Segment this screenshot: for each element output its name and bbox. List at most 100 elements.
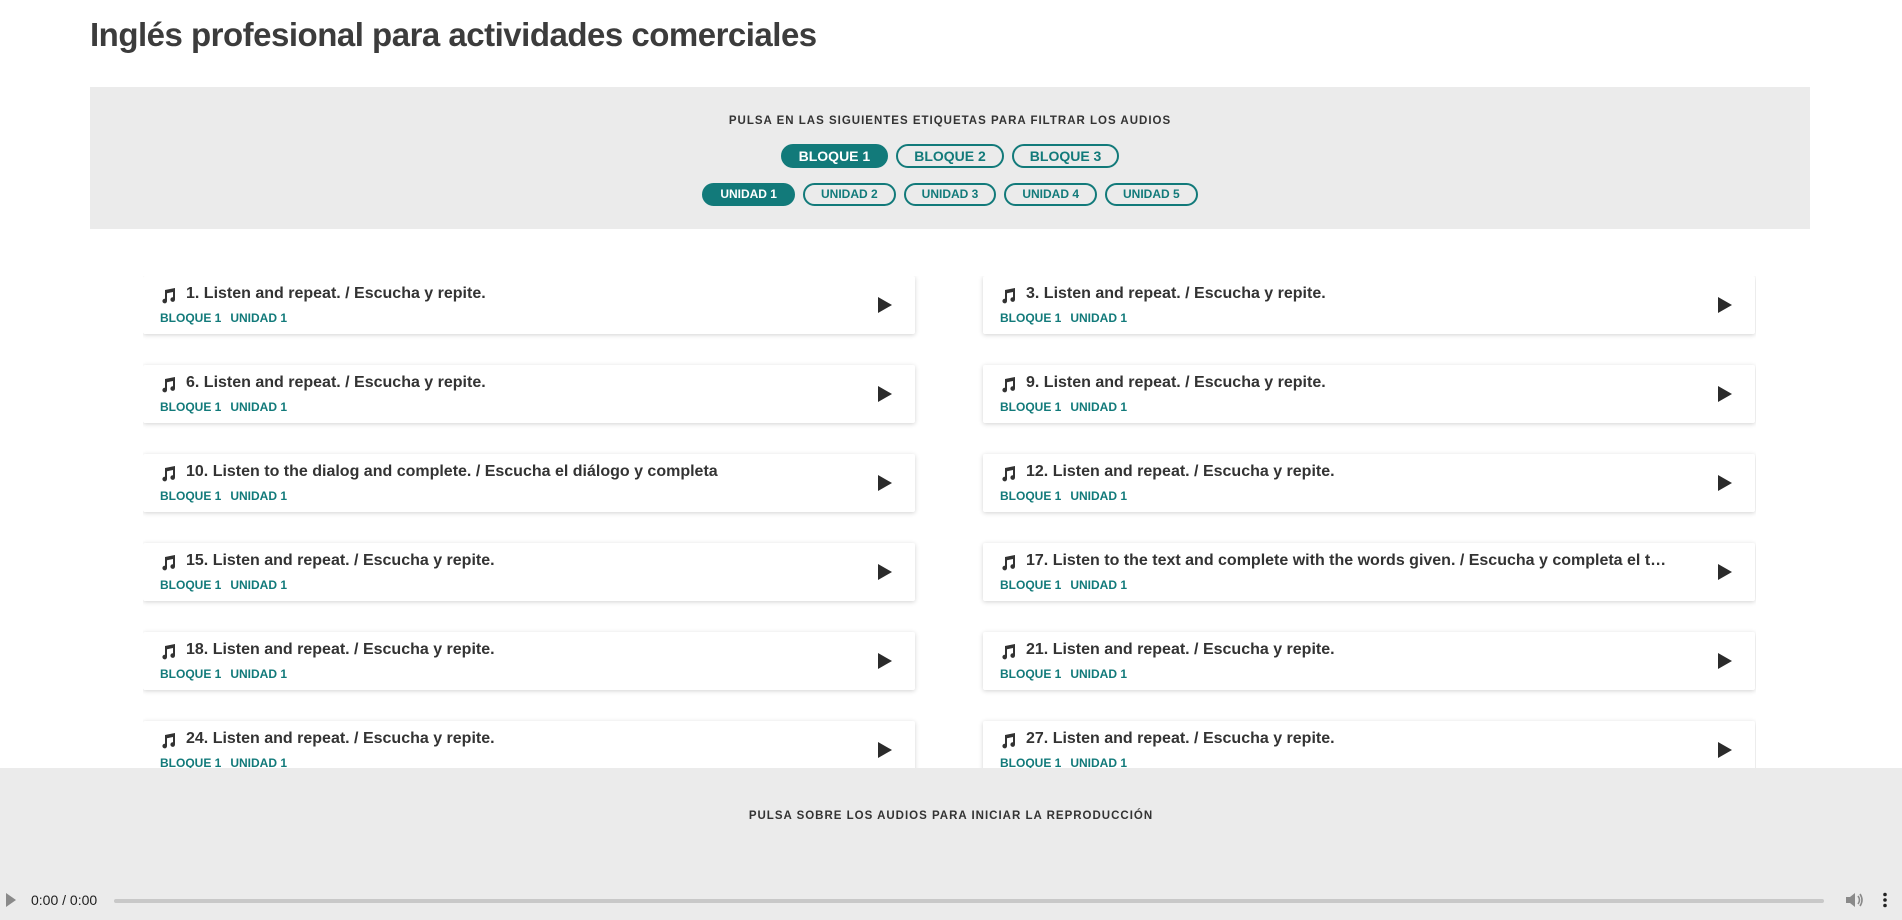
- more-options-icon[interactable]: [1882, 892, 1888, 908]
- play-icon[interactable]: [1718, 297, 1732, 313]
- music-note-icon: [160, 733, 176, 749]
- audio-title: 17. Listen to the text and complete with…: [1026, 552, 1667, 569]
- audio-unidad-tag: UNIDAD 1: [1070, 756, 1128, 768]
- audio-title: 15. Listen and repeat. / Escucha y repit…: [186, 552, 495, 569]
- audio-unidad-tag: UNIDAD 1: [230, 400, 288, 414]
- audio-bloque-tag: BLOQUE 1: [1000, 667, 1062, 681]
- unidad-filter-3[interactable]: UNIDAD 3: [903, 183, 997, 206]
- audio-bloque-tag: BLOQUE 1: [160, 489, 222, 503]
- play-icon[interactable]: [878, 742, 892, 758]
- music-note-icon: [1000, 377, 1016, 393]
- audio-unidad-tag: UNIDAD 1: [230, 311, 288, 325]
- audio-tags: BLOQUE 1 UNIDAD 1: [1000, 400, 1127, 414]
- audio-tags: BLOQUE 1 UNIDAD 1: [160, 667, 287, 681]
- audio-tags: BLOQUE 1 UNIDAD 1: [1000, 489, 1127, 503]
- audio-tags: BLOQUE 1 UNIDAD 1: [1000, 667, 1127, 681]
- music-note-icon: [160, 644, 176, 660]
- audio-unidad-tag: UNIDAD 1: [1070, 311, 1128, 325]
- audio-unidad-tag: UNIDAD 1: [230, 489, 288, 503]
- play-icon[interactable]: [878, 564, 892, 580]
- play-icon[interactable]: [878, 386, 892, 402]
- audio-tags: BLOQUE 1 UNIDAD 1: [1000, 756, 1127, 768]
- bloque-filter-3[interactable]: BLOQUE 3: [1011, 144, 1120, 168]
- audio-bloque-tag: BLOQUE 1: [160, 400, 222, 414]
- audio-card[interactable]: 10. Listen to the dialog and complete. /…: [143, 454, 915, 512]
- unidad-filter-2[interactable]: UNIDAD 2: [802, 183, 896, 206]
- audio-seek-bar[interactable]: [114, 899, 1824, 903]
- audio-unidad-tag: UNIDAD 1: [230, 756, 288, 768]
- audio-title: 1. Listen and repeat. / Escucha y repite…: [186, 285, 486, 302]
- filter-caption: PULSA EN LAS SIGUIENTES ETIQUETAS PARA F…: [728, 115, 1172, 127]
- unidad-filter-row: UNIDAD 1 UNIDAD 2 UNIDAD 3 UNIDAD 4 UNIDAD 5: [90, 183, 1810, 206]
- play-icon[interactable]: [1718, 564, 1732, 580]
- audio-bloque-tag: BLOQUE 1: [1000, 311, 1062, 325]
- audio-tags: BLOQUE 1 UNIDAD 1: [160, 311, 287, 325]
- audio-card[interactable]: 6. Listen and repeat. / Escucha y repite…: [143, 365, 915, 423]
- audio-unidad-tag: UNIDAD 1: [1070, 400, 1128, 414]
- audio-card[interactable]: 15. Listen and repeat. / Escucha y repit…: [143, 543, 915, 601]
- audio-title: 10. Listen to the dialog and complete. /…: [186, 463, 718, 480]
- play-icon[interactable]: [878, 653, 892, 669]
- unidad-filter-4[interactable]: UNIDAD 4: [1004, 183, 1097, 206]
- audio-list: 1. Listen and repeat. / Escucha y repite…: [143, 276, 1756, 768]
- audio-time: 0:00 / 0:00: [31, 892, 98, 908]
- audio-tags: BLOQUE 1 UNIDAD 1: [1000, 311, 1127, 325]
- page-title: Inglés profesional para actividades come…: [90, 16, 817, 53]
- audio-unidad-tag: UNIDAD 1: [230, 578, 288, 592]
- music-note-icon: [160, 466, 176, 482]
- play-icon[interactable]: [878, 297, 892, 313]
- audio-tags: BLOQUE 1 UNIDAD 1: [160, 400, 287, 414]
- play-icon[interactable]: [1718, 475, 1732, 491]
- play-icon[interactable]: [1718, 742, 1732, 758]
- player-panel: PULSA SOBRE LOS AUDIOS PARA INICIAR LA R…: [0, 768, 1902, 920]
- bloque-filter-1[interactable]: BLOQUE 1: [780, 144, 889, 168]
- audio-card[interactable]: 1. Listen and repeat. / Escucha y repite…: [143, 276, 915, 334]
- audio-unidad-tag: UNIDAD 1: [1070, 667, 1128, 681]
- music-note-icon: [160, 377, 176, 393]
- audio-card[interactable]: 3. Listen and repeat. / Escucha y repite…: [983, 276, 1755, 334]
- audio-tags: BLOQUE 1 UNIDAD 1: [1000, 578, 1127, 592]
- play-icon[interactable]: [1718, 653, 1732, 669]
- audio-card[interactable]: 12. Listen and repeat. / Escucha y repit…: [983, 454, 1755, 512]
- music-note-icon: [160, 555, 176, 571]
- audio-title: 9. Listen and repeat. / Escucha y repite…: [1026, 374, 1326, 391]
- audio-title: 24. Listen and repeat. / Escucha y repit…: [186, 730, 495, 747]
- music-note-icon: [1000, 644, 1016, 660]
- play-icon[interactable]: [878, 475, 892, 491]
- audio-bloque-tag: BLOQUE 1: [1000, 756, 1062, 768]
- audio-bloque-tag: BLOQUE 1: [160, 756, 222, 768]
- audio-card[interactable]: 17. Listen to the text and complete with…: [983, 543, 1755, 601]
- audio-card[interactable]: 18. Listen and repeat. / Escucha y repit…: [143, 632, 915, 690]
- audio-tags: BLOQUE 1 UNIDAD 1: [160, 578, 287, 592]
- audio-title: 18. Listen and repeat. / Escucha y repit…: [186, 641, 495, 658]
- audio-player: 0:00 / 0:00: [0, 884, 1902, 916]
- audio-bloque-tag: BLOQUE 1: [1000, 400, 1062, 414]
- unidad-filter-5[interactable]: UNIDAD 5: [1105, 183, 1198, 206]
- audio-bloque-tag: BLOQUE 1: [160, 311, 222, 325]
- play-icon[interactable]: [1718, 386, 1732, 402]
- audio-card[interactable]: 24. Listen and repeat. / Escucha y repit…: [143, 721, 915, 768]
- bloque-filter-2[interactable]: BLOQUE 2: [896, 144, 1004, 168]
- audio-unidad-tag: UNIDAD 1: [1070, 578, 1128, 592]
- audio-bloque-tag: BLOQUE 1: [1000, 578, 1062, 592]
- audio-bloque-tag: BLOQUE 1: [1000, 489, 1062, 503]
- audio-bloque-tag: BLOQUE 1: [160, 578, 222, 592]
- audio-card[interactable]: 21. Listen and repeat. / Escucha y repit…: [983, 632, 1755, 690]
- audio-title: 27. Listen and repeat. / Escucha y repit…: [1026, 730, 1335, 747]
- audio-unidad-tag: UNIDAD 1: [230, 667, 288, 681]
- player-caption: PULSA SOBRE LOS AUDIOS PARA INICIAR LA R…: [748, 810, 1154, 822]
- music-note-icon: [1000, 555, 1016, 571]
- audio-bloque-tag: BLOQUE 1: [160, 667, 222, 681]
- audio-card[interactable]: 27. Listen and repeat. / Escucha y repit…: [983, 721, 1755, 768]
- audio-title: 3. Listen and repeat. / Escucha y repite…: [1026, 285, 1326, 302]
- unidad-filter-1[interactable]: UNIDAD 1: [702, 183, 795, 206]
- audio-title: 21. Listen and repeat. / Escucha y repit…: [1026, 641, 1335, 658]
- music-note-icon: [1000, 288, 1016, 304]
- audio-unidad-tag: UNIDAD 1: [1070, 489, 1128, 503]
- audio-title: 12. Listen and repeat. / Escucha y repit…: [1026, 463, 1335, 480]
- audio-tags: BLOQUE 1 UNIDAD 1: [160, 489, 287, 503]
- play-icon[interactable]: [6, 893, 16, 907]
- filter-panel: PULSA EN LAS SIGUIENTES ETIQUETAS PARA F…: [90, 87, 1810, 229]
- audio-card[interactable]: 9. Listen and repeat. / Escucha y repite…: [983, 365, 1755, 423]
- volume-icon[interactable]: [1846, 892, 1864, 908]
